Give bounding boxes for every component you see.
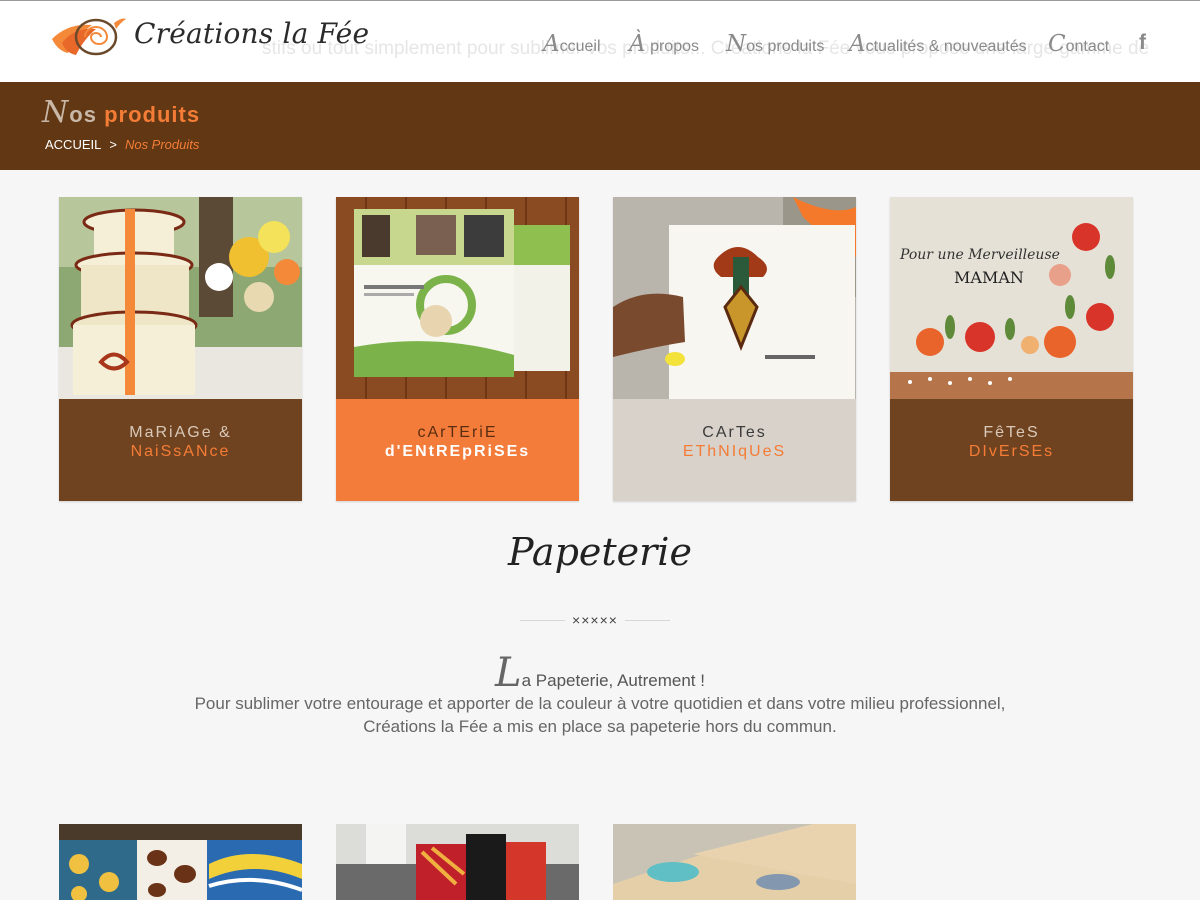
nav-item-a-propos[interactable]: À propos [629, 31, 699, 57]
nav-item-actualites[interactable]: Actualités & nouveautés [849, 31, 1027, 57]
category-image-ethniques [613, 197, 856, 399]
category-image-fetes: Pour une Merveilleuse MAMAN [890, 197, 1133, 399]
breadcrumb-home-link[interactable]: ACCUEIL [45, 137, 101, 152]
divider-line [520, 620, 565, 621]
category-line2: DIvErSEs [968, 443, 1055, 460]
main-nav: Accueil À propos Nos produits Actualités… [0, 31, 1200, 59]
nav-label: propos [645, 38, 699, 55]
category-card-mariage[interactable]: MaRiAGe & NaiSsANce [59, 197, 302, 501]
nav-cap: C [1048, 31, 1066, 57]
breadcrumb-separator: > [109, 137, 117, 152]
category-label-fetes: FêTeS DIvErSEs [890, 399, 1133, 501]
divider-line [625, 620, 670, 621]
category-label-carterie: cArTEriE d'ENtREpRiSEs [336, 399, 579, 501]
facebook-icon[interactable]: f [1139, 31, 1146, 55]
category-card-fetes[interactable]: Pour une Merveilleuse MAMAN FêTeS DIvErS… [890, 197, 1133, 501]
nav-cap: À [629, 31, 646, 57]
category-line2: d'ENtREpRiSEs [384, 443, 531, 460]
category-line1: cArTEriE [417, 424, 498, 441]
divider-ornament: ××××× [572, 612, 618, 628]
intro-heading: La Papeterie, Autrement ! [0, 650, 1200, 696]
breadcrumb-current: Nos Produits [124, 137, 200, 152]
svg-text:Pour une Merveilleuse: Pour une Merveilleuse [899, 247, 1060, 263]
breadcrumb: ACCUEIL > Nos Produits [45, 137, 199, 152]
nav-cap: A [849, 31, 866, 57]
nav-item-accueil[interactable]: Accueil [543, 31, 601, 57]
title-part2: produits [104, 102, 201, 127]
nav-label: ccueil [559, 38, 601, 55]
nav-cap: N [726, 31, 747, 57]
intro-line: Pour sublimer votre entourage et apporte… [194, 694, 1006, 713]
title-part1: os [69, 102, 97, 127]
section-divider: ××××× [520, 612, 670, 628]
category-card-carterie[interactable]: cArTEriE d'ENtREpRiSEs [336, 197, 579, 501]
category-label-mariage: MaRiAGe & NaiSsANce [59, 399, 302, 501]
site-header: stifs ou tout simplement pour sublimer v… [0, 0, 1200, 82]
nav-item-contact[interactable]: Contact [1048, 31, 1109, 57]
intro-heading-text: a Papeterie, Autrement ! [521, 671, 705, 690]
category-card-ethniques[interactable]: CArTes EThNIqUeS [613, 197, 856, 501]
category-line1: FêTeS [983, 424, 1040, 441]
intro-body: Pour sublimer votre entourage et apporte… [0, 692, 1200, 738]
intro-line: Créations la Fée a mis en place sa papet… [363, 717, 837, 736]
product-thumbnail[interactable] [613, 824, 856, 900]
category-line2: EThNIqUeS [682, 443, 787, 460]
category-image-mariage [59, 197, 302, 399]
category-image-carterie [336, 197, 579, 399]
svg-text:MAMAN: MAMAN [954, 268, 1024, 287]
nav-cap: A [543, 31, 560, 57]
section-title: Papeterie [508, 530, 692, 574]
category-line2: NaiSsANce [130, 443, 231, 460]
category-line1: CArTes [702, 424, 767, 441]
nav-item-nos-produits[interactable]: Nos produits [726, 31, 824, 57]
product-thumbnail[interactable] [59, 824, 302, 900]
nav-label: ontact [1065, 38, 1110, 55]
category-label-ethniques: CArTes EThNIqUeS [613, 399, 856, 501]
nav-label: os produits [746, 38, 825, 55]
page-banner: Nos produits ACCUEIL > Nos Produits [0, 82, 1200, 170]
page-title: Nos produits [42, 95, 200, 130]
title-cap: N [42, 95, 70, 130]
intro-cap: L [495, 650, 522, 696]
nav-label: ctualités & nouveautés [865, 38, 1027, 55]
product-thumbnail[interactable] [336, 824, 579, 900]
category-line1: MaRiAGe & [129, 424, 232, 441]
